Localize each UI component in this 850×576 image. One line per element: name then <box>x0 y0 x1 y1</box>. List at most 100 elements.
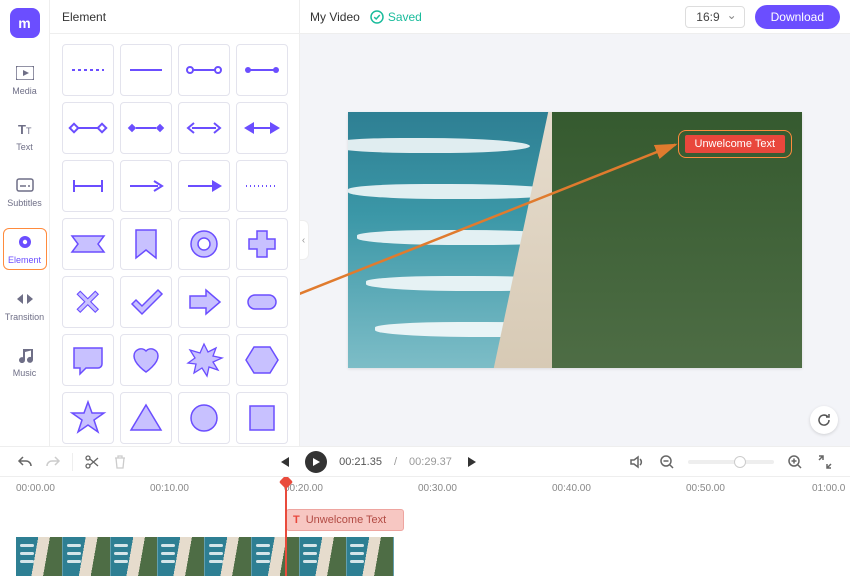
shape-triangle[interactable] <box>120 392 172 444</box>
elements-panel: Element <box>50 0 300 446</box>
zoom-out-button[interactable] <box>658 453 676 471</box>
shape-line-tbar[interactable] <box>62 160 114 212</box>
panel-title: Element <box>50 0 299 34</box>
rail-item-music[interactable]: Music <box>3 342 47 382</box>
shape-square[interactable] <box>236 392 288 444</box>
zoom-in-button[interactable] <box>786 453 804 471</box>
shape-line-dotted[interactable] <box>236 160 288 212</box>
text-icon: TT <box>16 120 34 138</box>
redo-icon <box>45 454 61 470</box>
media-icon <box>16 64 34 82</box>
shape-line-solid[interactable] <box>120 44 172 96</box>
shape-plus[interactable] <box>236 218 288 270</box>
shape-ring[interactable] <box>178 218 230 270</box>
ruler-mark: 00:50.00 <box>686 483 725 494</box>
shape-hexagon[interactable] <box>236 334 288 386</box>
zoom-out-icon <box>659 454 675 470</box>
collapse-icon <box>817 454 833 470</box>
undo-icon <box>17 454 33 470</box>
shape-grid <box>50 34 299 446</box>
skip-back-icon <box>277 455 291 469</box>
video-clip[interactable] <box>16 537 394 576</box>
rail-item-element[interactable]: Element <box>3 228 47 270</box>
check-circle-icon <box>370 10 384 24</box>
delete-button[interactable] <box>111 453 129 471</box>
shape-heart[interactable] <box>120 334 172 386</box>
overlay-text-badge[interactable]: Unwelcome Text <box>678 130 793 158</box>
volume-button[interactable] <box>628 453 646 471</box>
aspect-ratio-value: 16:9 <box>685 6 744 28</box>
time-ruler[interactable]: 00:00.0000:10.0000:20.0000:30.0000:40.00… <box>16 483 834 501</box>
shape-line-diamond-solid[interactable] <box>120 102 172 154</box>
fit-button[interactable] <box>816 453 834 471</box>
rail-item-text[interactable]: TT Text <box>3 116 47 156</box>
shape-arrow-right-thin[interactable] <box>120 160 172 212</box>
svg-text:T: T <box>18 122 26 136</box>
ruler-mark: 00:00.00 <box>16 483 55 494</box>
music-icon <box>16 346 34 364</box>
zoom-thumb[interactable] <box>734 456 746 468</box>
rail-item-media[interactable]: Media <box>3 60 47 100</box>
zoom-in-icon <box>787 454 803 470</box>
shape-line-diamond-hollow[interactable] <box>62 102 114 154</box>
app-logo: m <box>10 8 40 38</box>
ruler-mark: 01:00.0 <box>812 483 845 494</box>
shape-star[interactable] <box>62 392 114 444</box>
ruler-mark: 00:40.00 <box>552 483 591 494</box>
prev-frame-button[interactable] <box>275 453 293 471</box>
zoom-slider[interactable] <box>688 460 774 464</box>
shape-line-dashed[interactable] <box>62 44 114 96</box>
rail-label: Element <box>8 255 41 265</box>
preview-area: ‹ Unwelcome Text <box>300 34 850 446</box>
transition-icon <box>16 290 34 308</box>
shape-bookmark[interactable] <box>120 218 172 270</box>
ruler-mark: 00:30.00 <box>418 483 457 494</box>
shape-arrow-double-bold[interactable] <box>236 102 288 154</box>
refresh-icon <box>816 412 832 428</box>
subtitles-icon <box>16 176 34 194</box>
rail-item-transition[interactable]: Transition <box>3 286 47 326</box>
rail-label: Transition <box>5 312 44 322</box>
panel-collapse-handle[interactable]: ‹ <box>300 220 309 260</box>
timeline[interactable]: 00:00.0000:10.0000:20.0000:30.0000:40.00… <box>0 476 850 576</box>
text-clip-label: Unwelcome Text <box>306 514 387 526</box>
aspect-ratio-select[interactable]: 16:9 <box>685 6 744 28</box>
text-clip-icon: T <box>293 514 300 526</box>
rail-item-subtitles[interactable]: Subtitles <box>3 172 47 212</box>
text-clip[interactable]: T Unwelcome Text <box>286 509 404 531</box>
scissors-icon <box>84 454 100 470</box>
download-button[interactable]: Download <box>755 5 840 29</box>
rail-label: Music <box>13 368 37 378</box>
shape-speech-bubble[interactable] <box>62 334 114 386</box>
rail-label: Media <box>12 86 37 96</box>
shape-arrow-double[interactable] <box>178 102 230 154</box>
top-bar: My Video Saved 16:9 Download <box>300 0 850 34</box>
shape-cross[interactable] <box>62 276 114 328</box>
shape-arrow-right[interactable] <box>178 160 230 212</box>
svg-text:T: T <box>26 126 32 136</box>
play-button[interactable] <box>305 451 327 473</box>
shape-circle[interactable] <box>178 392 230 444</box>
play-icon <box>311 457 321 467</box>
shape-arrow-block-right[interactable] <box>178 276 230 328</box>
redo-button[interactable] <box>44 453 62 471</box>
shape-starburst[interactable] <box>178 334 230 386</box>
saved-label: Saved <box>388 10 422 24</box>
left-nav-rail: m Media TT Text Subtitles <box>0 0 50 446</box>
next-frame-button[interactable] <box>464 453 482 471</box>
shape-pill[interactable] <box>236 276 288 328</box>
element-icon <box>16 233 34 251</box>
undo-button[interactable] <box>16 453 34 471</box>
shape-ribbon[interactable] <box>62 218 114 270</box>
rail-label: Text <box>16 142 33 152</box>
video-canvas[interactable]: Unwelcome Text <box>348 112 802 368</box>
shape-check[interactable] <box>120 276 172 328</box>
transport-bar: 00:21.35 / 00:29.37 <box>0 446 850 476</box>
shape-line-endpoints-hollow[interactable] <box>178 44 230 96</box>
recenter-button[interactable] <box>810 406 838 434</box>
time-total: 00:29.37 <box>409 456 452 468</box>
time-sep: / <box>394 456 397 468</box>
shape-line-endpoints-solid[interactable] <box>236 44 288 96</box>
split-button[interactable] <box>83 453 101 471</box>
ruler-mark: 00:10.00 <box>150 483 189 494</box>
